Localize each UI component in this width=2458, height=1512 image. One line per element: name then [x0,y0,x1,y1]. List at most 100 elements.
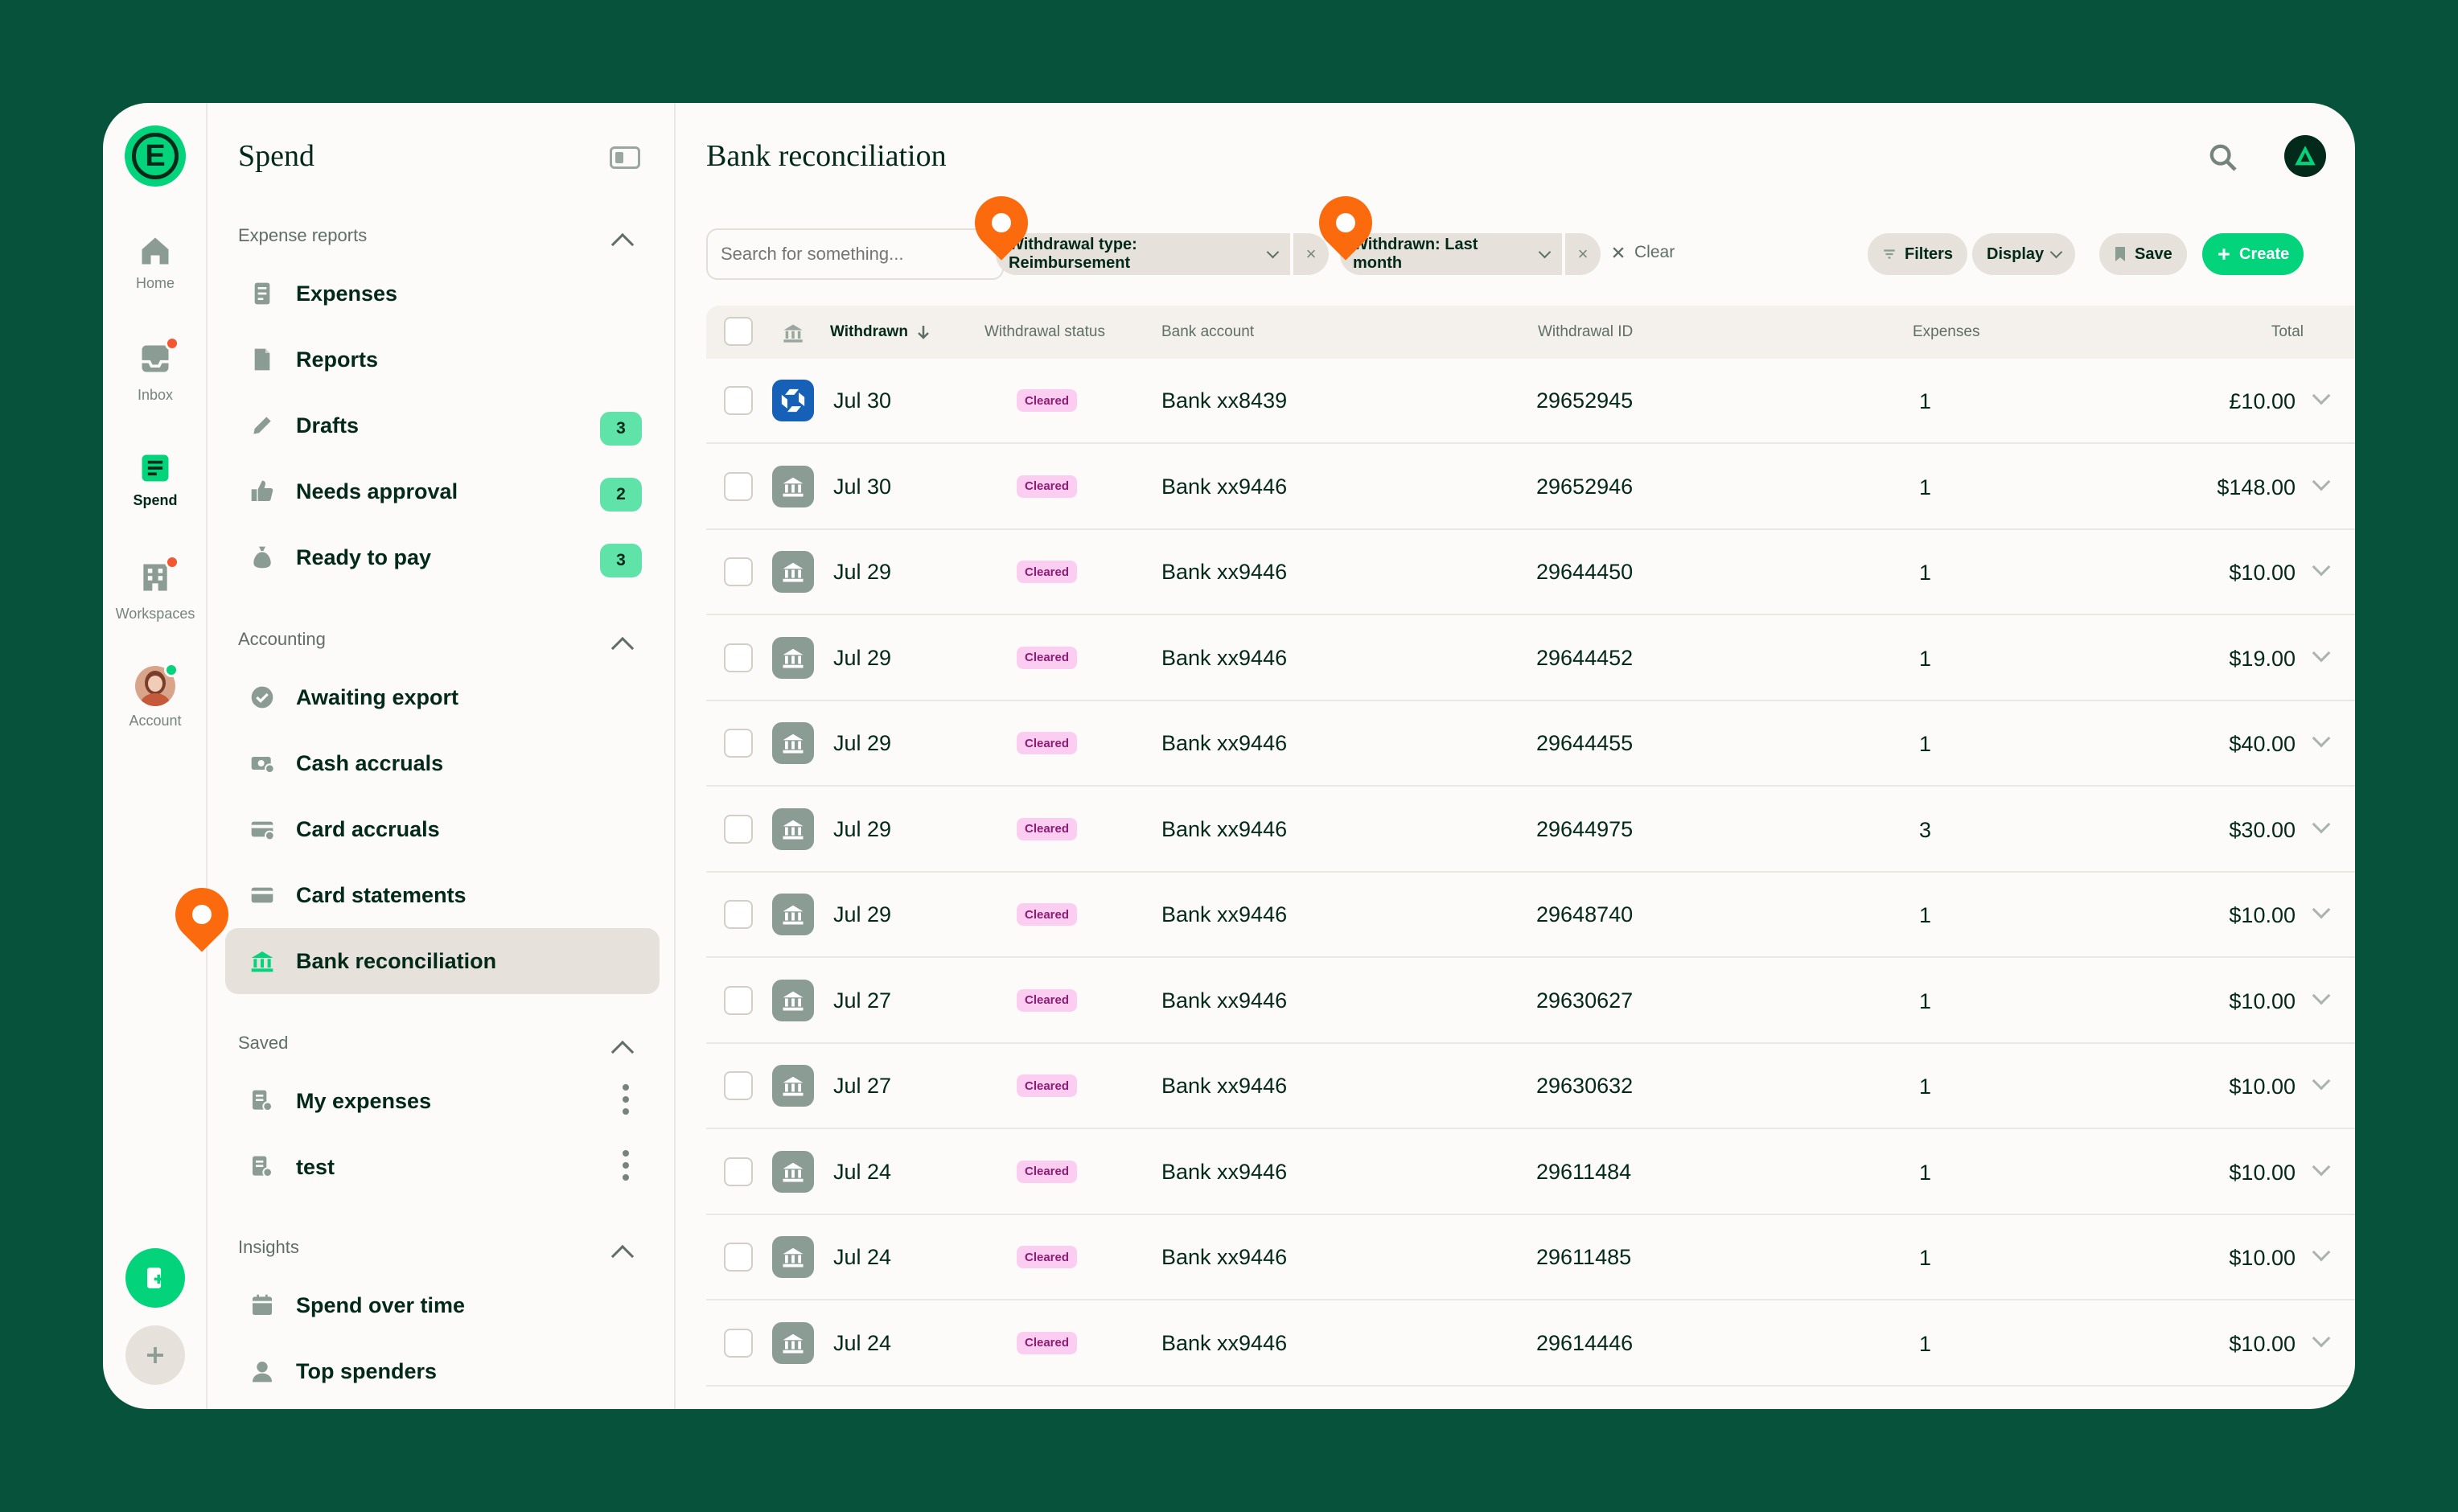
sidebar-item-awaiting-export[interactable]: Awaiting export [225,664,660,730]
column-header-total[interactable]: Total [2271,323,2304,341]
expand-row-chevron-icon[interactable] [2312,1157,2331,1176]
collapse-sidebar-icon[interactable] [610,146,640,169]
expand-row-chevron-icon[interactable] [2312,986,2331,1005]
chevron-up-icon[interactable] [610,1040,635,1064]
expand-row-chevron-icon[interactable] [2312,1243,2331,1262]
rail-item-account[interactable]: Account [103,663,208,729]
expensify-logo[interactable]: E [125,125,186,187]
filter-chip-withdrawal-type[interactable]: Withdrawal type: Reimbursement [996,233,1290,275]
expense-count: 1 [1919,1331,1932,1356]
expense-count: 1 [1919,1160,1932,1185]
sidebar-item-bank-reconciliation[interactable]: Bank reconciliation [225,928,660,994]
bank-icon [772,1236,814,1278]
remove-filter-withdrawal-type-button[interactable]: × [1293,233,1329,275]
search-icon[interactable] [2207,142,2239,174]
rail-item-workspaces[interactable]: Workspaces [103,555,208,622]
rail-item-inbox[interactable]: Inbox [103,336,208,404]
row-checkbox[interactable] [724,643,753,672]
sidebar-item-cash-accruals[interactable]: Cash accruals [225,730,660,796]
sidebar-item-spend-over-time[interactable]: Spend over time [225,1272,660,1338]
row-checkbox[interactable] [724,1328,753,1358]
select-all-checkbox[interactable] [724,317,753,346]
sidebar-item-my-expenses[interactable]: My expenses [225,1068,660,1134]
table-row[interactable]: Jul 27 Cleared Bank xx9446 29630627 1 $10.00 [706,959,2355,1044]
withdrawn-date: Jul 24 [833,1159,892,1184]
row-checkbox[interactable] [724,471,753,501]
column-header-withdrawal-id[interactable]: Withdrawal ID [1538,323,1633,341]
expense-count: 1 [1919,1074,1932,1099]
table-row[interactable] [706,1387,2355,1409]
row-checkbox[interactable] [724,1071,753,1100]
sidebar-item-test[interactable]: test [225,1134,660,1200]
sidebar-item-drafts[interactable]: Drafts 3 [225,392,660,458]
save-search-button[interactable]: Save [2099,233,2187,275]
sidebar-item-card-accruals[interactable]: Card accruals [225,796,660,862]
app-window: E Home Inbox Spend Workspaces Account Sp… [103,103,2355,1409]
table-row[interactable]: Jul 29 Cleared Bank xx9446 29648740 1 $10.00 [706,873,2355,958]
plus-icon [147,1347,163,1363]
table-row[interactable]: Jul 24 Cleared Bank xx9446 29611484 1 $10.00 [706,1130,2355,1215]
reports-icon [248,345,277,374]
rail-item-home[interactable]: Home [103,233,208,292]
new-expense-icon [147,1268,163,1288]
filter-list-icon [1884,249,1895,259]
more-options-icon[interactable] [623,1150,629,1181]
expand-row-chevron-icon[interactable] [2312,557,2331,577]
sidebar-item-needs-approval[interactable]: Needs approval 2 [225,458,660,524]
sidebar-item-ready-to-pay[interactable]: Ready to pay 3 [225,524,660,590]
remove-filter-withdrawn-button[interactable]: × [1565,233,1601,275]
sidebar-item-top-spenders[interactable]: Top spenders [225,1338,660,1404]
sidebar-item-expenses[interactable]: Expenses [225,261,660,327]
filter-chip-withdrawn[interactable]: Withdrawn: Last month [1340,233,1562,275]
table-row[interactable]: Jul 29 Cleared Bank xx9446 29644975 3 $30.00 [706,787,2355,873]
table-row[interactable]: Jul 30 Cleared Bank xx9446 29652946 1 $148.00 [706,445,2355,530]
expand-row-chevron-icon[interactable] [2312,1329,2331,1347]
workspace-avatar[interactable] [2284,135,2326,177]
chevron-up-icon[interactable] [610,1244,635,1268]
filters-button[interactable]: Filters [1868,233,1968,275]
table-row[interactable]: Jul 29 Cleared Bank xx9446 29644450 1 $10.00 [706,530,2355,615]
table-row[interactable]: Jul 29 Cleared Bank xx9446 29644452 1 $19.00 [706,616,2355,701]
expand-row-chevron-icon[interactable] [2312,643,2331,662]
sidebar-item-reports[interactable]: Reports [225,327,660,392]
table-row[interactable]: Jul 24 Cleared Bank xx9446 29614446 1 $10.00 [706,1301,2355,1387]
expand-row-chevron-icon[interactable] [2312,815,2331,833]
add-button[interactable] [125,1325,185,1385]
expand-row-chevron-icon[interactable] [2312,900,2331,919]
expand-row-chevron-icon[interactable] [2312,729,2331,748]
chevron-up-icon[interactable] [610,636,635,660]
row-checkbox[interactable] [724,1157,753,1186]
needs-approval-count-badge: 2 [600,478,642,512]
expand-row-chevron-icon[interactable] [2312,1071,2331,1091]
expand-row-chevron-icon[interactable] [2312,386,2331,405]
row-checkbox[interactable] [724,1243,753,1272]
row-checkbox[interactable] [724,814,753,844]
row-checkbox[interactable] [724,729,753,758]
withdrawn-date: Jul 24 [833,1245,892,1269]
money-bag-icon [248,543,277,572]
table-row[interactable]: Jul 30 Cleared Bank xx8439 29652945 1 £10.00 [706,359,2355,444]
create-button[interactable]: Create [2202,233,2304,275]
table-row[interactable]: Jul 29 Cleared Bank xx9446 29644455 1 $40.00 [706,701,2355,787]
expand-row-chevron-icon[interactable] [2312,472,2331,491]
section-header-insights: Insights [238,1237,299,1257]
search-input[interactable] [706,228,1004,280]
row-checkbox[interactable] [724,386,753,415]
row-checkbox[interactable] [724,900,753,929]
column-header-expenses[interactable]: Expenses [1913,323,1979,341]
column-header-withdrawn[interactable]: Withdrawn [830,323,931,341]
row-checkbox[interactable] [724,985,753,1015]
clear-filters-button[interactable]: Clear [1610,243,1675,262]
more-options-icon[interactable] [623,1084,629,1115]
table-row[interactable]: Jul 24 Cleared Bank xx9446 29611485 1 $10.00 [706,1215,2355,1300]
row-checkbox[interactable] [724,557,753,586]
display-button[interactable]: Display [1972,233,2076,275]
rail-item-spend[interactable]: Spend [103,450,208,509]
chevron-up-icon[interactable] [610,232,635,257]
column-header-withdrawal-status[interactable]: Withdrawal status [984,323,1105,341]
sidebar-item-card-statements[interactable]: Card statements [225,862,660,928]
table-row[interactable]: Jul 27 Cleared Bank xx9446 29630632 1 $10.00 [706,1044,2355,1129]
column-header-bank-account[interactable]: Bank account [1161,323,1254,341]
expense-count: 1 [1919,475,1932,499]
quick-action-button[interactable] [125,1248,185,1308]
